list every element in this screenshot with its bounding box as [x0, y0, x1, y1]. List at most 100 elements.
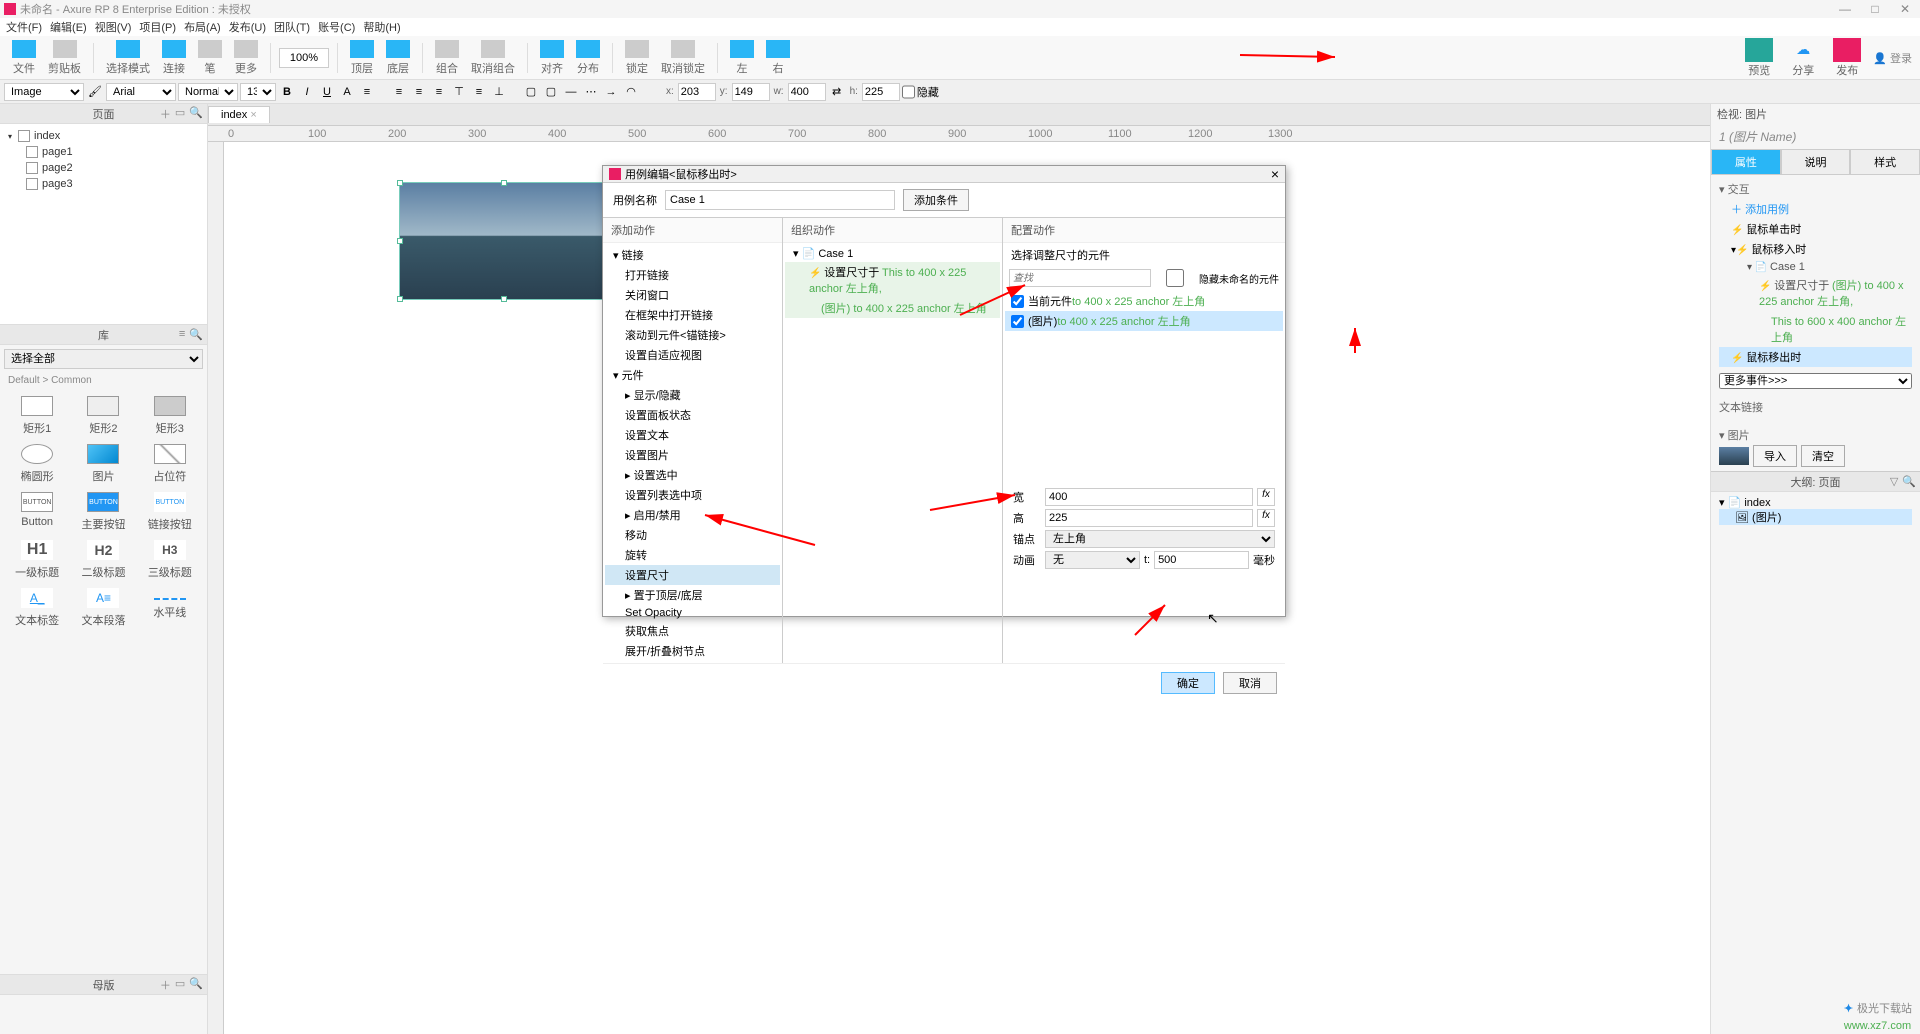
cancel-button[interactable]: 取消 — [1223, 672, 1277, 694]
lib-hline[interactable]: 水平线 — [141, 588, 199, 628]
tool-select[interactable]: 选择模式 — [102, 40, 154, 76]
lib-h3[interactable]: H3三级标题 — [141, 540, 199, 580]
format-painter-icon[interactable]: 🖌 — [86, 83, 104, 101]
underline-button[interactable]: U — [318, 83, 336, 101]
height-input[interactable] — [1045, 509, 1253, 527]
height-fx-button[interactable]: fx — [1257, 509, 1275, 527]
action-focus[interactable]: 获取焦点 — [605, 621, 780, 641]
organize-action[interactable]: ⚡ 设置尺寸于 This to 400 x 225 anchor 左上角, — [785, 262, 1000, 298]
weight-select[interactable]: Normal — [178, 83, 238, 101]
more-events-select[interactable]: 更多事件>>> — [1719, 373, 1912, 389]
tab-style[interactable]: 样式 — [1850, 149, 1920, 174]
valign-mid-button[interactable]: ≡ — [470, 83, 488, 101]
library-select[interactable]: 选择全部 — [4, 349, 203, 369]
lib-h1[interactable]: H1一级标题 — [8, 540, 66, 580]
tool-ungroup[interactable]: 取消组合 — [467, 40, 519, 76]
outline-filter-icon[interactable]: ▽ — [1890, 475, 1898, 488]
add-master-icon[interactable]: ＋ — [160, 977, 171, 993]
config-target-current[interactable]: 当前元件 to 400 x 225 anchor 左上角 — [1005, 291, 1283, 311]
selected-image-widget[interactable] — [399, 182, 609, 300]
valign-top-button[interactable]: ⊤ — [450, 83, 468, 101]
outline-page[interactable]: ▾ 📄 index — [1719, 496, 1912, 509]
event-mouseenter-case[interactable]: ▾ 📄 Case 1 — [1719, 259, 1912, 275]
menu-team[interactable]: 团队(T) — [274, 19, 310, 35]
preview-button[interactable]: 预览 — [1741, 38, 1777, 78]
w-input[interactable] — [788, 83, 826, 101]
tab-properties[interactable]: 属性 — [1711, 149, 1781, 174]
tool-distribute[interactable]: 分布 — [572, 40, 604, 76]
action-cat-widget[interactable]: ▾ 元件 — [605, 365, 780, 385]
share-button[interactable]: ☁分享 — [1785, 38, 1821, 78]
tool-connect[interactable]: 连接 — [158, 40, 190, 76]
action-bring-front[interactable]: ▸ 置于顶层/底层 — [605, 585, 780, 605]
line-width-button[interactable]: — — [562, 83, 580, 101]
fill-button[interactable]: ▢ — [522, 83, 540, 101]
add-case-link[interactable]: ＋ 添加用例 — [1719, 199, 1912, 219]
dialog-close-button[interactable]: × — [1271, 166, 1279, 182]
tool-top[interactable]: 顶层 — [346, 40, 378, 76]
action-open-link[interactable]: 打开链接 — [605, 265, 780, 285]
action-set-image[interactable]: 设置图片 — [605, 445, 780, 465]
lib-paragraph[interactable]: A≡文本段落 — [74, 588, 132, 628]
corner-button[interactable]: ◠ — [622, 83, 640, 101]
widget-name[interactable]: 1 (图片 Name) — [1711, 124, 1920, 149]
action-enable-disable[interactable]: ▸ 启用/禁用 — [605, 505, 780, 525]
outline-search-icon[interactable]: 🔍 — [1902, 475, 1916, 488]
menu-edit[interactable]: 编辑(E) — [50, 19, 87, 35]
anim-select[interactable]: 无 — [1045, 551, 1140, 569]
organize-case[interactable]: ▾ 📄 Case 1 — [785, 245, 1000, 262]
line-style-button[interactable]: ⋯ — [582, 83, 600, 101]
line-color-button[interactable]: ▢ — [542, 83, 560, 101]
action-close-window[interactable]: 关闭窗口 — [605, 285, 780, 305]
action-set-opacity[interactable]: Set Opacity — [605, 605, 780, 621]
action-open-in-frame[interactable]: 在框架中打开链接 — [605, 305, 780, 325]
ok-button[interactable]: 确定 — [1161, 672, 1215, 694]
event-mouseleave[interactable]: ⚡ 鼠标移出时 — [1719, 347, 1912, 367]
lib-image[interactable]: 图片 — [74, 444, 132, 484]
tool-clipboard[interactable]: 剪贴板 — [44, 40, 85, 76]
italic-button[interactable]: I — [298, 83, 316, 101]
page-index[interactable]: ▾index — [4, 128, 203, 144]
add-page-icon[interactable]: ＋ — [160, 106, 171, 122]
menu-account[interactable]: 账号(C) — [318, 19, 355, 35]
tool-group-btn[interactable]: 组合 — [431, 40, 463, 76]
search-pages-icon[interactable]: 🔍 — [189, 106, 203, 122]
tool-pen[interactable]: 笔 — [194, 40, 226, 76]
minimize-button[interactable]: — — [1830, 0, 1860, 18]
align-right-button[interactable]: ≡ — [430, 83, 448, 101]
zoom-input[interactable] — [279, 48, 329, 68]
tool-right[interactable]: 右 — [762, 40, 794, 76]
maximize-button[interactable]: □ — [1860, 0, 1890, 18]
action-scroll-to[interactable]: 滚动到元件<锚链接> — [605, 325, 780, 345]
page-page3[interactable]: page3 — [4, 176, 203, 192]
size-select[interactable]: 13 — [240, 83, 276, 101]
duration-input[interactable] — [1154, 551, 1249, 569]
bullets-button[interactable]: ≡ — [358, 83, 376, 101]
dialog-titlebar[interactable]: 用例编辑<鼠标移出时> × — [603, 166, 1285, 183]
action-rotate[interactable]: 旋转 — [605, 545, 780, 565]
width-fx-button[interactable]: fx — [1257, 488, 1275, 506]
tool-more[interactable]: 更多 — [230, 40, 262, 76]
x-input[interactable] — [678, 83, 716, 101]
action-move[interactable]: 移动 — [605, 525, 780, 545]
tool-file[interactable]: 文件 — [8, 40, 40, 76]
action-adaptive-view[interactable]: 设置自适应视图 — [605, 345, 780, 365]
tool-unlock[interactable]: 取消锁定 — [657, 40, 709, 76]
lib-rect1[interactable]: 矩形1 — [8, 396, 66, 436]
bold-button[interactable]: B — [278, 83, 296, 101]
font-select[interactable]: Arial — [106, 83, 176, 101]
action-cat-link[interactable]: ▾ 链接 — [605, 245, 780, 265]
menu-help[interactable]: 帮助(H) — [363, 19, 400, 35]
login-link[interactable]: 👤 登录 — [1873, 50, 1912, 66]
lib-rect2[interactable]: 矩形2 — [74, 396, 132, 436]
zoom-control[interactable] — [279, 48, 329, 68]
action-show-hide[interactable]: ▸ 显示/隐藏 — [605, 385, 780, 405]
width-input[interactable] — [1045, 488, 1253, 506]
add-condition-button[interactable]: 添加条件 — [903, 189, 969, 211]
lib-rect3[interactable]: 矩形3 — [141, 396, 199, 436]
lib-primary-btn[interactable]: BUTTON主要按钮 — [74, 492, 132, 532]
page-folder-icon[interactable]: ▭ — [175, 106, 185, 122]
master-folder-icon[interactable]: ▭ — [175, 977, 185, 993]
tab-close-icon[interactable]: × — [250, 109, 256, 121]
action-list-selected[interactable]: 设置列表选中项 — [605, 485, 780, 505]
